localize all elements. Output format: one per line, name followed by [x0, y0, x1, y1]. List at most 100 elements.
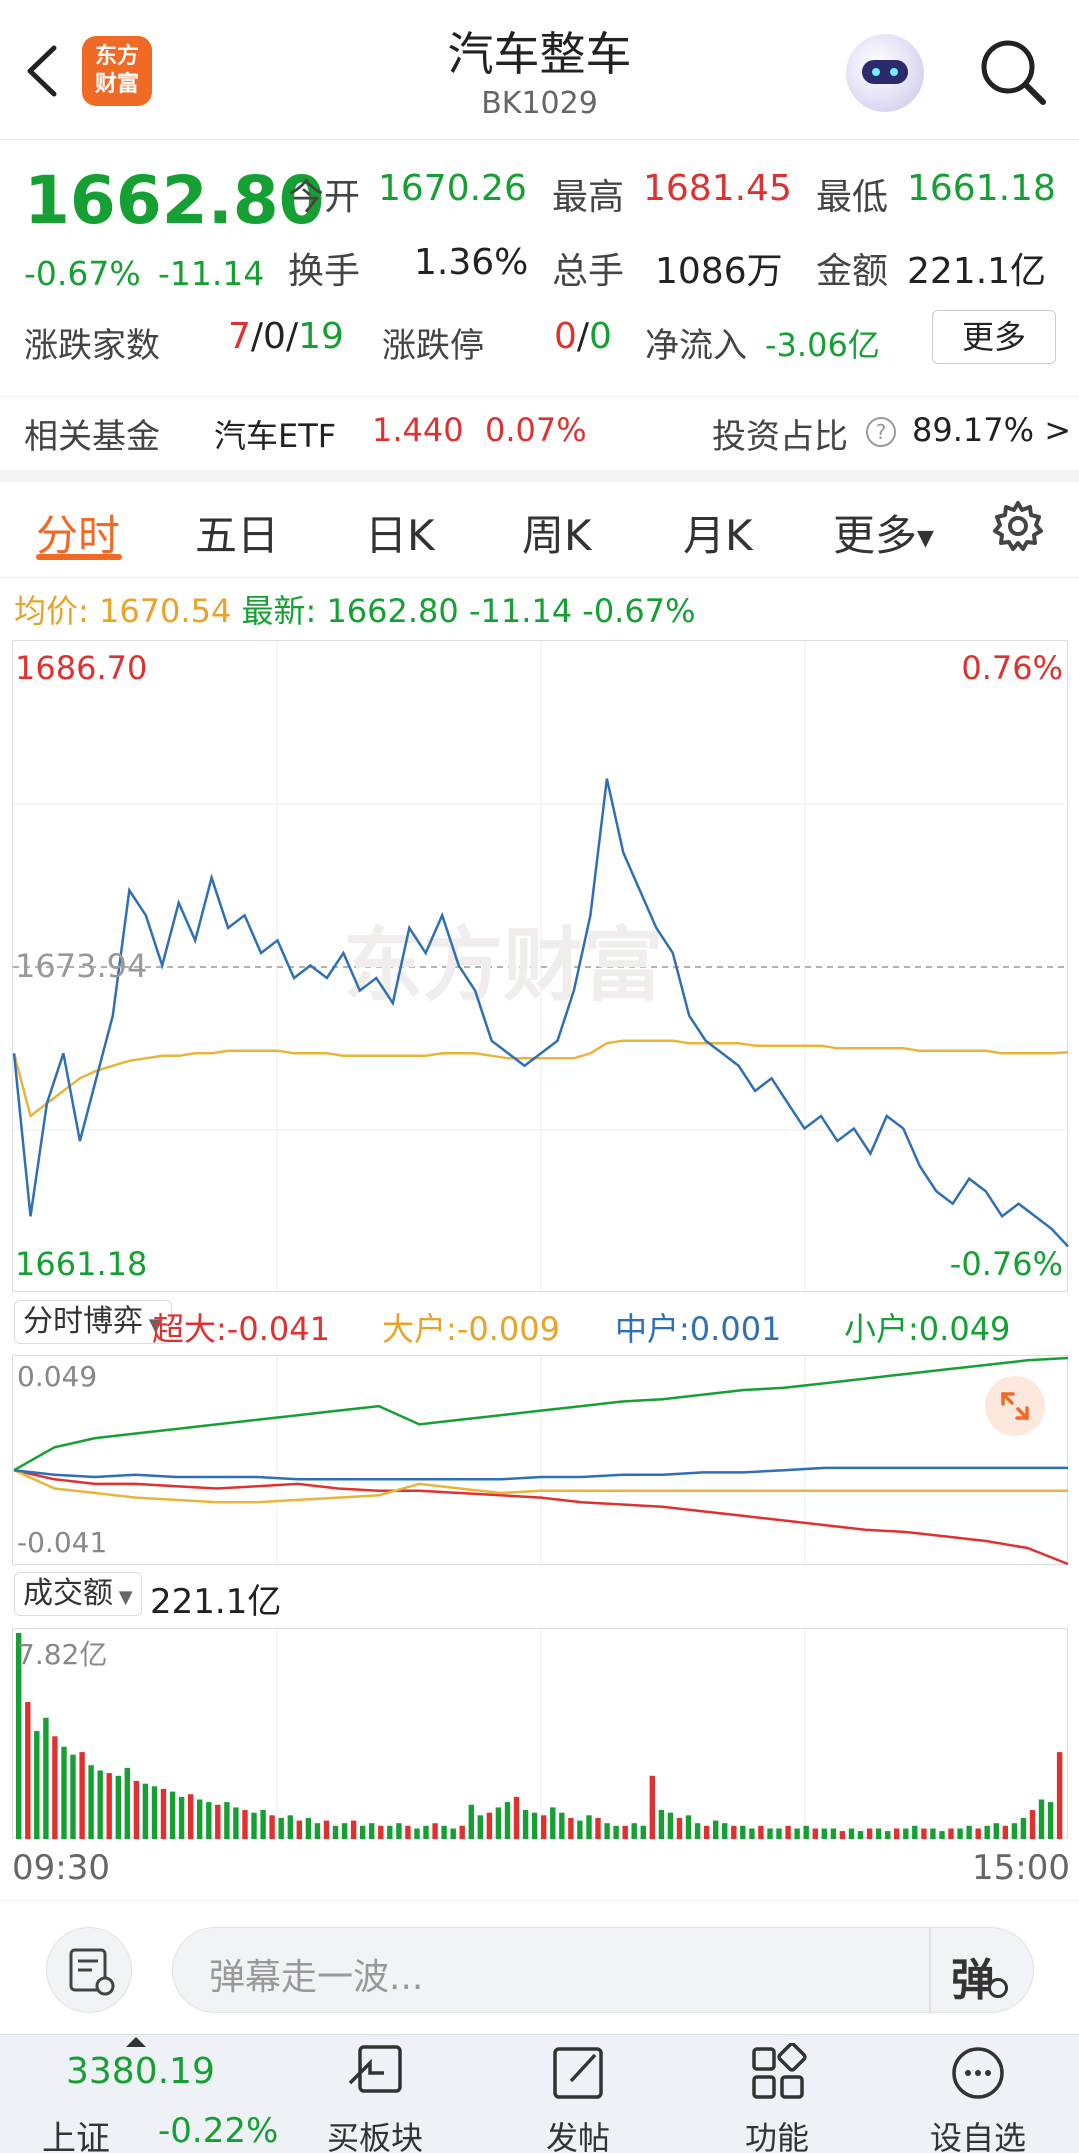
volume-bar — [70, 1754, 76, 1839]
related-fund-row[interactable]: 相关基金 汽车ETF 1.440 0.07% 投资占比 ? 89.17% > — [0, 396, 1079, 466]
barrage-settings-button[interactable] — [46, 1927, 132, 2013]
volume-bar — [568, 1817, 574, 1839]
volume-bar — [387, 1825, 393, 1839]
volume-bar — [975, 1828, 981, 1839]
volume-total: 221.1亿 — [150, 1582, 282, 1622]
breadth-down: 19 — [298, 316, 344, 357]
barrage-input[interactable]: 弹幕走一波... — [209, 1948, 423, 2000]
volume-bar — [369, 1823, 375, 1839]
volume-bar — [794, 1828, 800, 1839]
caret-up-icon — [126, 2037, 146, 2047]
volume-bar — [305, 1817, 312, 1839]
volume-bar — [586, 1815, 592, 1839]
volume-bar — [1047, 1802, 1054, 1839]
index-name[interactable]: 上证 — [42, 2111, 110, 2153]
nav-buy-sector[interactable]: 买板块 — [310, 2043, 440, 2153]
volume-bar — [43, 1717, 49, 1839]
nav-add-watchlist[interactable]: 设自选 — [913, 2043, 1043, 2153]
volume-bar — [278, 1817, 284, 1839]
volume-bar — [1056, 1752, 1063, 1839]
volume-bar — [513, 1796, 520, 1839]
fund-label: 相关基金 — [24, 417, 160, 457]
volume-bar — [169, 1791, 176, 1839]
nav-label: 功能 — [744, 2119, 809, 2153]
mid-flow: 中户:0.001 — [615, 1310, 782, 1348]
volume-bar — [758, 1825, 764, 1839]
tab-monthly-k[interactable]: 月K — [683, 502, 753, 563]
volume-bar — [803, 1825, 809, 1839]
edit-icon — [553, 2047, 603, 2099]
netflow-label: 净流入 — [645, 326, 747, 366]
volume-bar — [396, 1823, 402, 1839]
barrage-toggle-button[interactable]: 弹 — [951, 1944, 995, 2008]
volume-bar — [1002, 1825, 1008, 1839]
volume-bar — [468, 1804, 474, 1839]
volume-bar — [857, 1831, 864, 1839]
volume-bar — [631, 1823, 637, 1839]
volume-bar — [894, 1828, 900, 1839]
volume-bar — [251, 1812, 257, 1839]
tab-daily-k[interactable]: 日K — [365, 502, 435, 563]
barrage-bar: 弹幕走一波... 弹 — [0, 1900, 1079, 2030]
help-icon[interactable]: ? — [866, 417, 896, 447]
ratio-label: 投资占比 — [712, 417, 848, 457]
volume-bar — [731, 1825, 737, 1839]
volume-bar — [124, 1767, 130, 1839]
flow-y-top: 0.049 — [17, 1360, 98, 1393]
intraday-price-chart[interactable]: 东方财富 1686.70 0.76% 1673.94 1661.18 -0.76… — [12, 640, 1069, 1293]
breadth-flat: 0 — [263, 316, 286, 357]
open-label: 今开 — [288, 177, 361, 218]
flow-selector[interactable]: 分时博弈 ▼ — [14, 1300, 172, 1344]
low-value: 1661.18 — [907, 168, 1056, 209]
expand-icon — [1001, 1392, 1029, 1420]
volume-bar — [785, 1825, 791, 1839]
settings-button[interactable] — [990, 498, 1046, 554]
volume-bar — [314, 1823, 321, 1839]
amount-label: 金额 — [816, 251, 889, 292]
money-flow-chart[interactable]: 0.049 -0.041 — [12, 1355, 1069, 1566]
volume-bar — [188, 1794, 194, 1839]
limit-label: 涨跌停 — [382, 326, 484, 366]
time-start: 09:30 — [12, 1848, 110, 1888]
index-change[interactable]: -0.22% — [158, 2111, 278, 2151]
volume-bar — [522, 1810, 529, 1839]
volume-bar — [1029, 1810, 1036, 1839]
watermark: 东方财富 — [343, 919, 663, 1012]
assistant-robot-icon[interactable] — [846, 34, 924, 112]
volume-bar — [613, 1825, 619, 1839]
active-tab-indicator — [36, 554, 122, 560]
nav-functions[interactable]: 功能 — [712, 2042, 842, 2153]
volume-chart[interactable]: 7.82亿 — [12, 1628, 1068, 1839]
index-value[interactable]: 3380.19 — [66, 2051, 215, 2092]
expand-button[interactable] — [985, 1376, 1045, 1436]
volume-selector[interactable]: 成交额 ▼ — [14, 1572, 142, 1616]
volume-bar — [486, 1812, 493, 1839]
volume-bar — [676, 1817, 683, 1839]
tab-five-day[interactable]: 五日 — [195, 502, 279, 563]
volume-bar — [640, 1825, 646, 1839]
top-bar: 东方 财富 汽车整车 BK1029 — [0, 0, 1079, 140]
volume-bar — [52, 1736, 58, 1839]
volume-bar — [450, 1828, 456, 1839]
volume-bar — [1038, 1799, 1045, 1839]
flow-chart-svg — [13, 1356, 1069, 1566]
volume-bar — [405, 1825, 411, 1839]
volume-bar — [106, 1773, 112, 1839]
volume-bar — [658, 1810, 665, 1839]
volume-bar — [88, 1765, 94, 1839]
y-top-label: 1686.70 — [15, 649, 148, 687]
volume-bar — [1011, 1823, 1018, 1839]
search-button[interactable] — [975, 34, 1051, 110]
volume-bar — [414, 1828, 420, 1839]
tab-weekly-k[interactable]: 周K — [522, 502, 592, 563]
volume-bar — [160, 1788, 167, 1839]
ratio-value: 89.17% > — [912, 411, 1071, 449]
nav-post[interactable]: 发帖 — [513, 2043, 643, 2153]
avg-price: 1670.54 — [98, 592, 232, 630]
volume-bar — [142, 1783, 149, 1839]
volume-bar — [930, 1828, 936, 1839]
volume-bar — [341, 1823, 348, 1839]
more-button[interactable]: 更多 — [932, 310, 1056, 364]
flow-y-bottom: -0.041 — [17, 1526, 108, 1559]
tab-more[interactable]: 更多▼ — [833, 502, 934, 563]
